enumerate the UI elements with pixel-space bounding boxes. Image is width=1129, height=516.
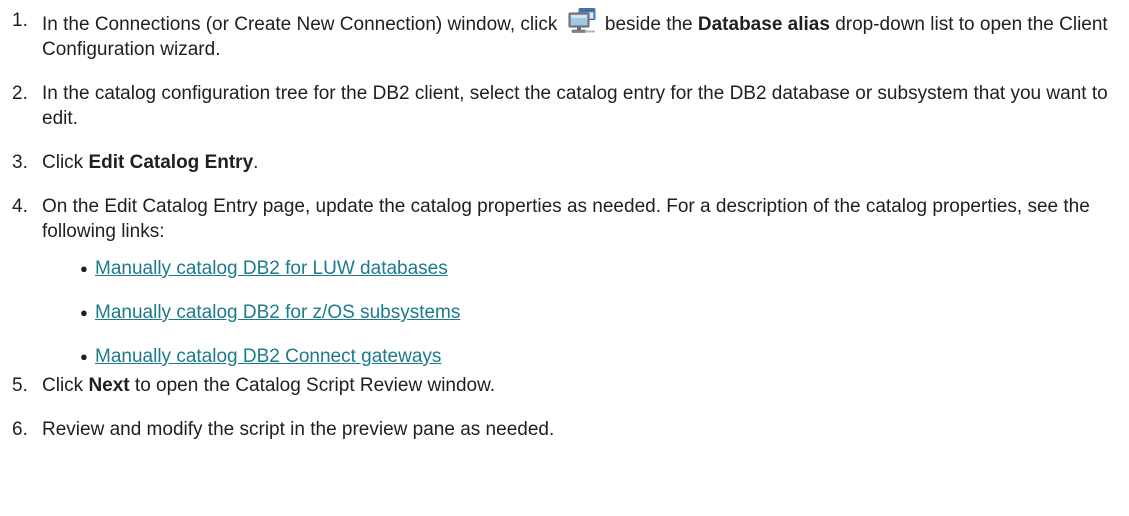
step-5: 5. Click Next to open the Catalog Script… (12, 373, 1129, 398)
link-item: ● Manually catalog DB2 for LUW databases (80, 256, 1129, 281)
step-text: Click (42, 375, 84, 396)
step-text: beside the (604, 14, 693, 35)
step-text: to open the Catalog Script Review window… (134, 375, 496, 396)
link-item: ● Manually catalog DB2 Connect gateways (80, 344, 1129, 369)
step-number: 5. (12, 375, 28, 396)
client-configuration-icon (567, 8, 597, 34)
database-alias-label: Database alias (697, 14, 830, 35)
bullet-icon: ● (80, 261, 88, 276)
edit-catalog-entry-label: Edit Catalog Entry (88, 152, 254, 173)
step-number: 1. (12, 10, 28, 31)
procedure-steps: 1. In the Connections (or Create New Con… (12, 8, 1129, 442)
step-6: 6. Review and modify the script in the p… (12, 417, 1129, 442)
step-2: 2. In the catalog configuration tree for… (12, 81, 1129, 131)
step-number: 2. (12, 83, 28, 104)
step-number: 6. (12, 419, 28, 440)
bullet-icon: ● (80, 305, 88, 320)
link-zos-subsystems[interactable]: Manually catalog DB2 for z/OS subsystems (95, 302, 460, 323)
link-luw-databases[interactable]: Manually catalog DB2 for LUW databases (95, 258, 448, 279)
step-1: 1. In the Connections (or Create New Con… (12, 8, 1129, 62)
step-text: Click (42, 152, 84, 173)
step-text: On the Edit Catalog Entry page, update t… (42, 196, 1090, 242)
next-label: Next (88, 375, 130, 396)
step-4: 4. On the Edit Catalog Entry page, updat… (12, 194, 1129, 369)
step-text: In the catalog configuration tree for th… (42, 83, 1108, 129)
step-3: 3. Click Edit Catalog Entry. (12, 150, 1129, 175)
link-connect-gateways[interactable]: Manually catalog DB2 Connect gateways (95, 346, 441, 367)
bullet-icon: ● (80, 349, 88, 364)
step-number: 4. (12, 196, 28, 217)
step-number: 3. (12, 152, 28, 173)
link-item: ● Manually catalog DB2 for z/OS subsyste… (80, 300, 1129, 325)
document: 1. In the Connections (or Create New Con… (0, 8, 1129, 516)
step-text: Review and modify the script in the prev… (42, 419, 555, 440)
related-links: ● Manually catalog DB2 for LUW databases… (80, 256, 1129, 369)
step-text: In the Connections (or Create New Connec… (42, 14, 558, 35)
step-text: . (253, 152, 259, 173)
